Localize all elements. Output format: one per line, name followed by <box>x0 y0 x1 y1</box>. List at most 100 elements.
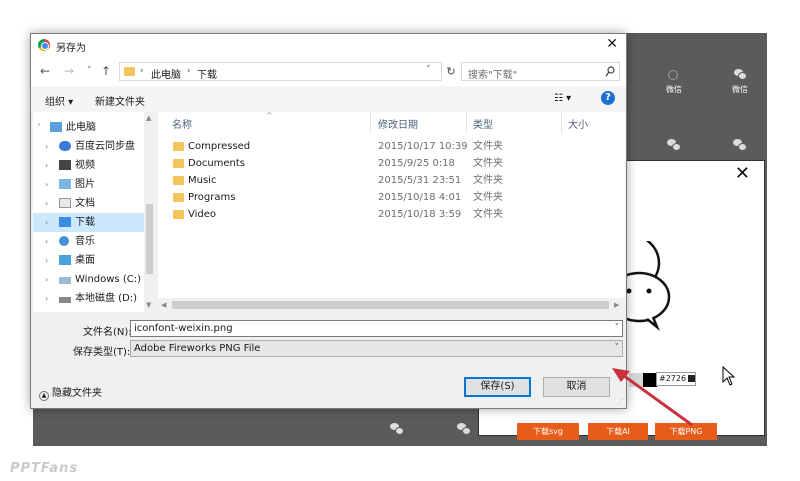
chevron-right-icon[interactable]: › <box>45 289 48 308</box>
close-button[interactable]: ✕ <box>606 36 618 52</box>
tree-item-pictures[interactable]: › 图片 <box>33 175 144 194</box>
back-button[interactable]: ← <box>40 64 50 78</box>
address-bar[interactable]: › 此电脑 › 下载 ˅ <box>119 62 442 81</box>
tree-item-music[interactable]: › 音乐 <box>33 232 144 251</box>
music-icon <box>59 236 69 246</box>
scroll-down-icon[interactable]: ▼ <box>146 301 151 309</box>
wechat-icon[interactable] <box>667 139 681 151</box>
column-header-name[interactable]: 名称 <box>172 116 192 131</box>
chevron-right-icon[interactable]: › <box>45 156 48 175</box>
wechat-label: 微信 <box>666 85 682 94</box>
chrome-icon <box>38 39 50 51</box>
wechat-label: 微信 <box>732 85 748 94</box>
tree-label: 此电脑 <box>66 122 96 133</box>
file-row[interactable]: Video 2015/10/18 3:59 文件夹 <box>158 206 625 223</box>
column-header-type[interactable]: 类型 <box>473 116 493 131</box>
wechat-icon[interactable] <box>457 423 471 435</box>
recent-locations-button[interactable]: ˅ <box>87 64 92 78</box>
watermark: PPTFans <box>10 461 79 476</box>
tree-item-downloads[interactable]: › 下载 <box>33 213 144 232</box>
scrollbar-thumb[interactable] <box>172 301 609 309</box>
search-input[interactable]: 搜索"下载" <box>461 62 620 81</box>
chevron-right-icon[interactable]: › <box>45 137 48 156</box>
file-row[interactable]: Compressed 2015/10/17 10:39 文件夹 <box>158 138 625 155</box>
title-bar[interactable]: 另存为 ✕ <box>31 34 626 58</box>
scroll-up-icon[interactable]: ▲ <box>146 114 151 122</box>
command-bar: 组织 ▾ 新建文件夹 ☷ ▾ ? <box>31 86 626 112</box>
computer-icon <box>50 122 62 132</box>
hide-folders-toggle[interactable]: ▲ 隐藏文件夹 <box>39 384 102 401</box>
breadcrumb-this-pc[interactable]: 此电脑 <box>151 66 181 81</box>
chevron-down-icon[interactable]: ˅ <box>426 65 431 75</box>
black-swatch[interactable] <box>643 373 657 387</box>
download-svg-button[interactable]: 下载svg <box>517 423 579 440</box>
change-view-button[interactable]: ☷ ▾ <box>554 93 571 104</box>
chevron-down-icon[interactable]: ˅ <box>615 341 620 356</box>
chevron-right-icon[interactable]: › <box>45 213 48 232</box>
search-icon <box>605 66 615 77</box>
download-png-button[interactable]: 下载PNG <box>655 423 717 440</box>
tree-item-baidu-sync[interactable]: › 百度云同步盘 <box>33 137 144 156</box>
file-row[interactable]: Programs 2015/10/18 4:01 文件夹 <box>158 189 625 206</box>
chevron-down-icon[interactable]: ˅ <box>615 321 620 336</box>
scroll-right-icon[interactable]: ▶ <box>614 301 619 309</box>
column-divider[interactable] <box>370 112 371 134</box>
help-icon[interactable]: ? <box>601 91 615 105</box>
up-button[interactable]: ↑ <box>101 64 111 78</box>
breadcrumb-downloads[interactable]: 下载 <box>197 66 217 81</box>
drive-icon <box>59 297 71 303</box>
filetype-select[interactable]: Adobe Fireworks PNG File ˅ <box>130 340 623 357</box>
chevron-right-icon[interactable]: › <box>45 270 48 289</box>
organize-menu[interactable]: 组织 ▾ <box>45 93 73 108</box>
navigation-scrollbar[interactable]: ▲ ▼ <box>144 112 155 312</box>
file-type: 文件夹 <box>473 141 503 152</box>
tree-item-videos[interactable]: › 视频 <box>33 156 144 175</box>
chevron-right-icon: › <box>187 66 191 76</box>
file-date: 2015/9/25 0:18 <box>378 158 455 169</box>
chevron-right-icon[interactable]: › <box>45 232 48 251</box>
column-divider[interactable] <box>466 112 467 134</box>
horizontal-scrollbar[interactable]: ◀ ▶ <box>158 298 625 312</box>
column-header-size[interactable]: 大小 <box>568 116 588 131</box>
video-icon <box>59 160 71 170</box>
sort-ascending-icon: ^ <box>266 112 273 120</box>
tree-item-drive-d[interactable]: › 本地磁盘 (D:) <box>33 289 144 308</box>
navigation-pane: ˅ 此电脑 › 百度云同步盘 › 视频 › 图片 › 文档 › 下载 › 音乐 … <box>33 112 155 312</box>
tree-item-desktop[interactable]: › 桌面 <box>33 251 144 270</box>
tree-item-documents[interactable]: › 文档 <box>33 194 144 213</box>
column-header-date[interactable]: 修改日期 <box>378 116 418 131</box>
file-row[interactable]: Documents 2015/9/25 0:18 文件夹 <box>158 155 625 172</box>
save-button[interactable]: 保存(S) <box>464 377 531 397</box>
chevron-down-icon[interactable]: ˅ <box>37 118 41 137</box>
desktop-icon <box>59 255 71 265</box>
wechat-icon[interactable] <box>390 423 404 435</box>
close-icon[interactable]: ✕ <box>735 163 750 184</box>
download-ai-button[interactable]: 下载AI <box>588 423 648 440</box>
wechat-item-1[interactable]: 微信 <box>649 69 699 95</box>
resize-grip-icon[interactable]: ⋰ <box>617 398 624 406</box>
download-icon <box>59 217 71 227</box>
wechat-item-2[interactable]: 微信 <box>715 69 765 95</box>
scroll-left-icon[interactable]: ◀ <box>161 301 166 309</box>
new-folder-button[interactable]: 新建文件夹 <box>95 93 145 108</box>
gray-swatch[interactable] <box>629 373 643 387</box>
chevron-right-icon[interactable]: › <box>45 251 48 270</box>
filename-input[interactable]: iconfont-weixin.png ˅ <box>130 320 623 337</box>
tree-item-drive-c[interactable]: › Windows (C:) <box>33 270 144 289</box>
column-divider[interactable] <box>561 112 562 134</box>
tree-label: Windows (C:) <box>75 274 141 285</box>
chevron-right-icon[interactable]: › <box>45 175 48 194</box>
wechat-icon[interactable] <box>733 139 747 151</box>
tree-item-this-pc[interactable]: ˅ 此电脑 <box>33 118 144 137</box>
forward-button[interactable]: → <box>64 64 74 78</box>
tree-label: 视频 <box>75 160 95 171</box>
file-row[interactable]: Music 2015/5/31 23:51 文件夹 <box>158 172 625 189</box>
color-hex-input[interactable]: #2726 <box>656 372 696 386</box>
refresh-icon[interactable]: ↻ <box>443 62 459 81</box>
chevron-right-icon[interactable]: › <box>45 194 48 213</box>
scrollbar-thumb[interactable] <box>146 204 153 274</box>
file-name: Video <box>188 209 217 220</box>
filetype-value: Adobe Fireworks PNG File <box>134 343 261 354</box>
filename-label: 文件名(N): <box>83 327 132 338</box>
cancel-button[interactable]: 取消 <box>543 377 610 397</box>
